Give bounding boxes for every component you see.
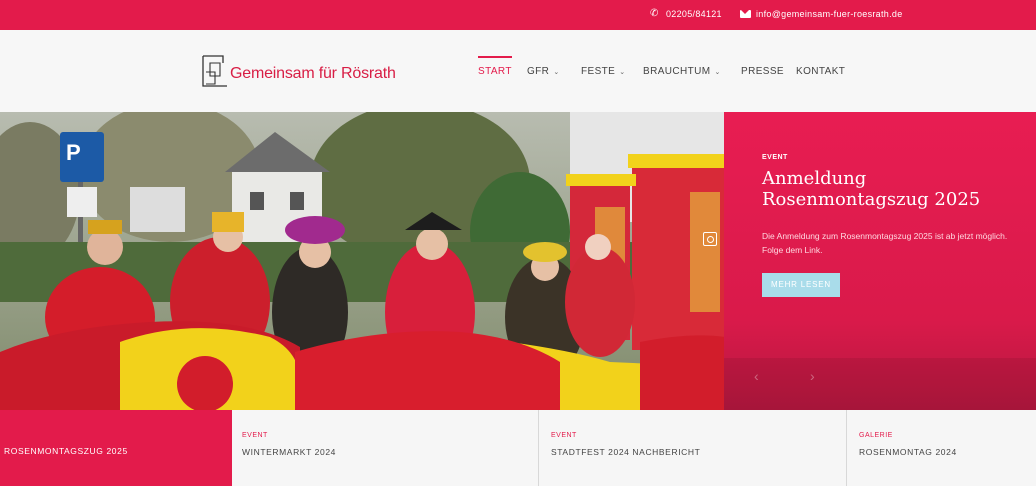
nav-item-kontakt[interactable]: KONTAKT	[796, 66, 845, 77]
post-category: GALERIE	[859, 432, 893, 439]
hero-photo-carnival-parade: P	[0, 112, 726, 410]
chevron-down-icon: ⌄	[619, 69, 626, 76]
hero-event-panel: EVENT Anmeldung Rosenmontagszug 2025 Die…	[724, 112, 1036, 410]
post-title: ROSENMONTAG 2024	[859, 447, 957, 457]
post-tile[interactable]: EVENT STADTFEST 2024 NACHBERICHT	[538, 410, 846, 486]
email-link[interactable]: info@gemeinsam-fuer-roesrath.de	[756, 9, 903, 19]
slider-controls-area	[724, 358, 1036, 410]
nav-label: BRAUCHTUM	[643, 66, 711, 77]
fullscreen-icon[interactable]	[703, 232, 717, 246]
post-title: STADTFEST 2024 NACHBERICHT	[551, 447, 701, 457]
event-title[interactable]: Anmeldung Rosenmontagszug 2025	[762, 168, 1022, 210]
read-more-button[interactable]: MEHR LESEN	[762, 273, 840, 297]
nav-label: START	[478, 66, 512, 77]
nav-item-gfr[interactable]: GFR ⌄	[527, 66, 560, 77]
post-category: EVENT	[551, 432, 577, 439]
nav-label: PRESSE	[741, 66, 784, 77]
post-ticker: ROSENMONTAGSZUG 2025 EVENT WINTERMARKT 2…	[0, 410, 1036, 486]
top-contact-bar: ✆ 02205/84121 info@gemeinsam-fuer-roesra…	[0, 0, 1036, 30]
nav-label: GFR	[527, 66, 550, 77]
mail-icon	[740, 10, 751, 18]
logo-mark	[202, 55, 227, 87]
nav-item-start[interactable]: START	[478, 56, 512, 77]
phone-icon: ✆	[650, 8, 659, 19]
post-tile-active[interactable]: ROSENMONTAGSZUG 2025	[0, 410, 232, 486]
nav-item-brauchtum[interactable]: BRAUCHTUM ⌄	[643, 66, 721, 77]
chevron-down-icon: ⌄	[714, 69, 721, 76]
nav-label: FESTE	[581, 66, 616, 77]
arrow-left-icon[interactable]: ‹	[754, 369, 766, 383]
post-tile[interactable]: EVENT WINTERMARKT 2024	[232, 410, 538, 486]
logo-text: Gemeinsam für Rösrath	[230, 65, 396, 82]
post-category: EVENT	[242, 432, 268, 439]
phone-link[interactable]: 02205/84121	[666, 9, 722, 19]
post-tile[interactable]: GALERIE ROSENMONTAG 2024	[846, 410, 1036, 486]
post-title: ROSENMONTAGSZUG 2025	[4, 446, 128, 456]
nav-item-feste[interactable]: FESTE ⌄	[581, 66, 626, 77]
site-logo[interactable]: Gemeinsam für Rösrath	[200, 54, 400, 90]
nav-item-presse[interactable]: PRESSE	[741, 66, 784, 77]
arrow-right-icon[interactable]: ›	[810, 369, 822, 383]
post-title: WINTERMARKT 2024	[242, 447, 336, 457]
event-description: Die Anmeldung zum Rosenmontagszug 2025 i…	[762, 231, 1008, 255]
site-header: Gemeinsam für Rösrath START GFR ⌄ FESTE ⌄ …	[0, 30, 1036, 112]
event-category: EVENT	[762, 154, 788, 161]
chevron-down-icon: ⌄	[553, 69, 560, 76]
nav-label: KONTAKT	[796, 66, 846, 77]
svg-text:P: P	[66, 140, 81, 165]
